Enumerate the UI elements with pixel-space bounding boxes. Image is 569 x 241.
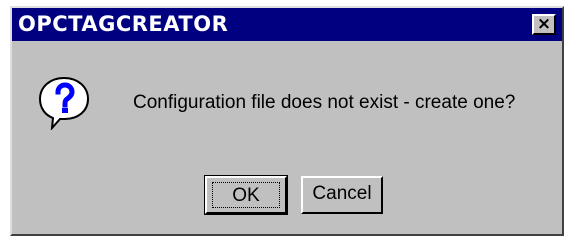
title-bar[interactable]: OPCTAGCREATOR ×: [12, 8, 562, 41]
message-dialog: OPCTAGCREATOR × Configuration file does …: [10, 6, 564, 236]
cancel-button[interactable]: Cancel: [301, 176, 383, 214]
close-button[interactable]: ×: [532, 14, 556, 35]
close-icon: ×: [536, 14, 552, 34]
ok-button-label: OK: [212, 182, 280, 208]
question-icon: [38, 76, 90, 131]
window-title: OPCTAGCREATOR: [18, 12, 229, 36]
message-text: Configuration file does not exist - crea…: [133, 92, 516, 113]
ok-button[interactable]: OK: [204, 175, 288, 215]
